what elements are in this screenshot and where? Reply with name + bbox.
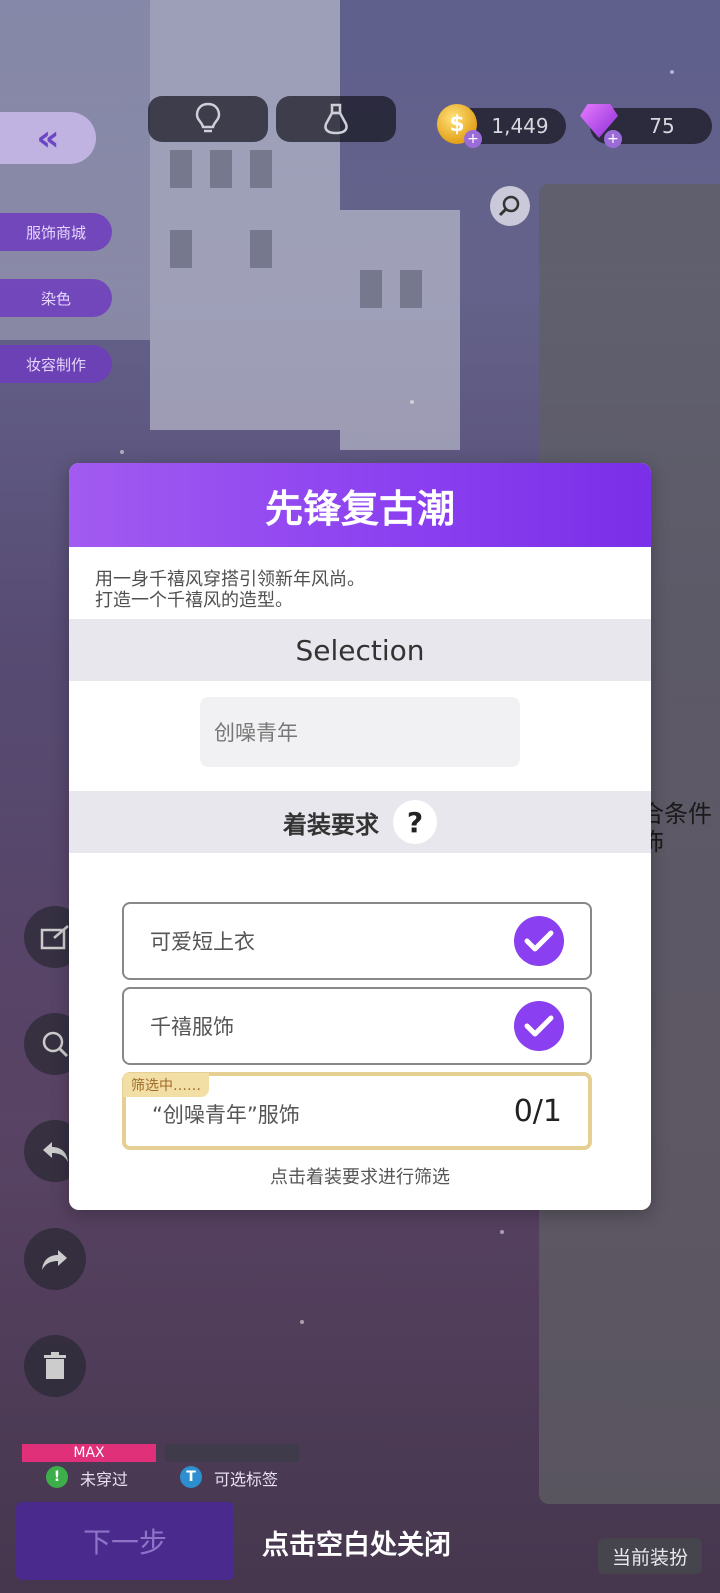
back-button[interactable]: « [0, 112, 96, 164]
requirements-header: 着装要求 ? [69, 791, 651, 853]
checkmark-icon [514, 916, 564, 966]
lightbulb-icon [195, 102, 221, 133]
background-building [150, 0, 340, 430]
side-tab-label: 服饰商城 [25, 223, 86, 242]
share-icon [40, 925, 69, 950]
current-outfit-label: 当前装扮 [611, 1546, 688, 1569]
requirement-row-filtering[interactable]: 筛选中…… “创噪青年”服饰 0/1 [122, 1072, 592, 1150]
building-window [250, 150, 272, 188]
checkmark-icon [514, 1001, 564, 1051]
empty-bar [165, 1444, 299, 1462]
delete-button[interactable] [24, 1335, 86, 1397]
coin-amount: 1,449 [491, 114, 549, 138]
gem-amount: 75 [649, 114, 675, 138]
help-button[interactable]: ? [393, 800, 437, 844]
double-chevron-left-icon: « [36, 117, 60, 159]
next-step-label: 下一步 [82, 1526, 167, 1559]
side-tab-label: 染色 [40, 289, 71, 308]
side-tab-dye[interactable]: 染色 [0, 279, 112, 317]
sparkle [670, 70, 674, 74]
trash-icon [44, 1352, 66, 1379]
sparkle [500, 1230, 504, 1234]
building-window [170, 150, 192, 188]
plus-icon[interactable]: + [604, 130, 622, 148]
requirement-row[interactable]: 可爱短上衣 [122, 902, 592, 980]
hint-button[interactable] [148, 96, 268, 142]
plus-icon[interactable]: + [464, 130, 482, 148]
selection-area: 创噪青年 [69, 681, 651, 791]
selection-value-box[interactable]: 创噪青年 [200, 697, 520, 767]
max-label: MAX [73, 1445, 105, 1461]
max-bar: MAX [22, 1444, 156, 1462]
requirement-row[interactable]: 千禧服饰 [122, 987, 592, 1065]
next-step-button[interactable]: 下一步 [16, 1502, 234, 1580]
requirement-label: 千禧服饰 [150, 1015, 234, 1039]
redo-button[interactable] [24, 1228, 86, 1290]
side-tab-clothing-shop[interactable]: 服饰商城 [0, 213, 112, 251]
modal-description: 用一身千禧风穿搭引领新年风尚。 打造一个千禧风的造型。 [69, 547, 651, 619]
challenge-modal: 先锋复古潮 用一身千禧风穿搭引领新年风尚。 打造一个千禧风的造型。 Select… [69, 463, 651, 1210]
building-window [360, 270, 382, 308]
redo-icon [42, 1250, 67, 1270]
building-window [400, 270, 422, 308]
building-window [250, 230, 272, 268]
requirement-label: “创噪青年”服饰 [152, 1103, 300, 1127]
filtering-tag: 筛选中…… [123, 1073, 209, 1097]
magnifier-icon [498, 195, 520, 217]
filter-hint: 点击着装要求进行筛选 [270, 1167, 450, 1188]
requirements-header-label: 着装要求 [283, 810, 379, 839]
close-hint[interactable]: 点击空白处关闭 [262, 1523, 451, 1562]
selection-header-label: Selection [295, 633, 425, 667]
sparkle [300, 1320, 304, 1324]
selection-header: Selection [69, 619, 651, 681]
question-mark-icon: ? [406, 805, 424, 839]
description-line: 用一身千禧风穿搭引领新年风尚。 [95, 569, 365, 590]
building-window [170, 230, 192, 268]
potion-icon [324, 103, 348, 135]
background-building [340, 210, 460, 450]
requirement-progress: 0/1 [513, 1093, 562, 1129]
optional-tags-label: 可选标签 [214, 1470, 279, 1489]
requirement-label: 可爱短上衣 [150, 930, 255, 954]
sparkle [410, 400, 414, 404]
side-tab-makeup[interactable]: 妆容制作 [0, 345, 112, 383]
search-icon [42, 1031, 69, 1058]
potion-button[interactable] [276, 96, 396, 142]
side-tab-label: 妆容制作 [25, 355, 86, 374]
zoom-button[interactable] [490, 186, 530, 226]
building-window [210, 150, 232, 188]
shirt-icon: T [180, 1466, 202, 1488]
sparkle [120, 450, 124, 454]
description-line: 打造一个千禧风的造型。 [95, 590, 293, 611]
not-worn-label: 未穿过 [80, 1470, 129, 1489]
current-outfit-button[interactable]: 当前装扮 [598, 1538, 702, 1574]
modal-title: 先锋复古潮 [69, 463, 651, 547]
undo-icon [43, 1142, 68, 1162]
exclamation-icon: ! [46, 1466, 68, 1488]
